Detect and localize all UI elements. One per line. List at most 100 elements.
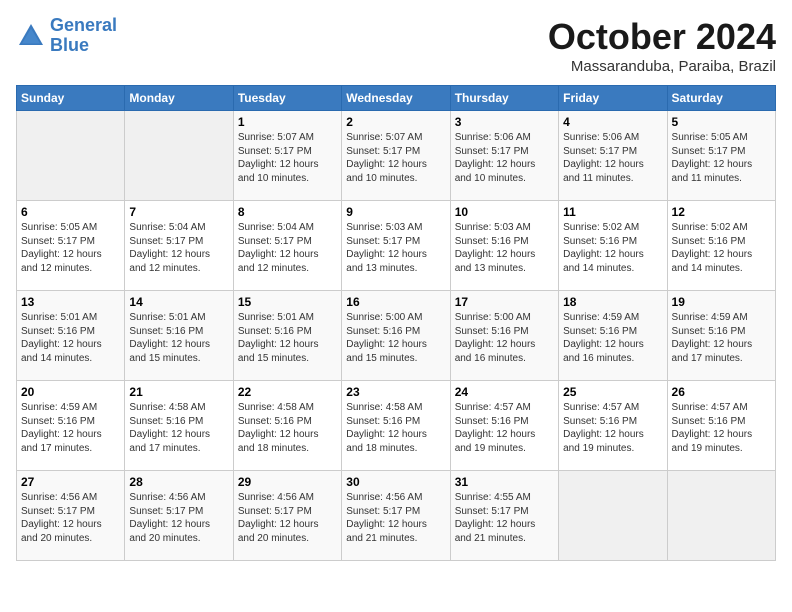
- weekday-header-sunday: Sunday: [17, 86, 125, 111]
- day-info: Sunrise: 4:57 AMSunset: 5:16 PMDaylight:…: [672, 401, 771, 455]
- day-number: 21: [129, 385, 228, 399]
- day-number: 30: [346, 475, 445, 489]
- calendar-cell: 15Sunrise: 5:01 AMSunset: 5:16 PMDayligh…: [233, 291, 341, 381]
- day-info: Sunrise: 5:07 AMSunset: 5:17 PMDaylight:…: [346, 131, 445, 185]
- day-info: Sunrise: 4:59 AMSunset: 5:16 PMDaylight:…: [21, 401, 120, 455]
- day-number: 26: [672, 385, 771, 399]
- day-info: Sunrise: 5:02 AMSunset: 5:16 PMDaylight:…: [563, 221, 662, 275]
- calendar-cell: 7 Sunrise: 5:04 AMSunset: 5:17 PMDaylight…: [125, 201, 233, 291]
- day-info: Sunrise: 5:05 AMSunset: 5:17 PMDaylight:…: [672, 131, 771, 185]
- calendar-cell: 9 Sunrise: 5:03 AMSunset: 5:17 PMDaylight…: [342, 201, 450, 291]
- calendar-cell: 19 Sunrise: 4:59 AMSunset: 5:16 PMDayligh…: [667, 291, 775, 381]
- calendar-cell: [17, 111, 125, 201]
- day-info: Sunrise: 4:55 AMSunset: 5:17 PMDaylight:…: [455, 491, 554, 545]
- calendar-cell: 25Sunrise: 4:57 AMSunset: 5:16 PMDayligh…: [559, 381, 667, 471]
- day-info: Sunrise: 4:56 AMSunset: 5:17 PMDaylight:…: [129, 491, 228, 545]
- weekday-row: SundayMondayTuesdayWednesdayThursdayFrid…: [17, 86, 776, 111]
- calendar-cell: 20 Sunrise: 4:59 AMSunset: 5:16 PMDayligh…: [17, 381, 125, 471]
- calendar-cell: 5 Sunrise: 5:05 AMSunset: 5:17 PMDaylight…: [667, 111, 775, 201]
- calendar-cell: 16Sunrise: 5:00 AMSunset: 5:16 PMDayligh…: [342, 291, 450, 381]
- calendar-cell: 29 Sunrise: 4:56 AMSunset: 5:17 PMDayligh…: [233, 471, 341, 561]
- day-info: Sunrise: 5:01 AMSunset: 5:16 PMDaylight:…: [238, 311, 337, 365]
- day-info: Sunrise: 4:56 AMSunset: 5:17 PMDaylight:…: [346, 491, 445, 545]
- day-number: 7: [129, 205, 228, 219]
- day-number: 20: [21, 385, 120, 399]
- calendar-cell: 27Sunrise: 4:56 AMSunset: 5:17 PMDayligh…: [17, 471, 125, 561]
- day-number: 14: [129, 295, 228, 309]
- day-number: 3: [455, 115, 554, 129]
- calendar-body: 1 Sunrise: 5:07 AMSunset: 5:17 PMDaylight…: [17, 111, 776, 561]
- day-info: Sunrise: 5:06 AMSunset: 5:17 PMDaylight:…: [563, 131, 662, 185]
- day-info: Sunrise: 5:05 AMSunset: 5:17 PMDaylight:…: [21, 221, 120, 275]
- calendar-table: SundayMondayTuesdayWednesdayThursdayFrid…: [16, 85, 776, 561]
- calendar-week-2: 6 Sunrise: 5:05 AMSunset: 5:17 PMDaylight…: [17, 201, 776, 291]
- month-title: October 2024: [548, 16, 776, 58]
- weekday-header-saturday: Saturday: [667, 86, 775, 111]
- calendar-cell: 6 Sunrise: 5:05 AMSunset: 5:17 PMDaylight…: [17, 201, 125, 291]
- day-info: Sunrise: 5:01 AMSunset: 5:16 PMDaylight:…: [129, 311, 228, 365]
- calendar-cell: 3 Sunrise: 5:06 AMSunset: 5:17 PMDaylight…: [450, 111, 558, 201]
- day-number: 11: [563, 205, 662, 219]
- day-number: 5: [672, 115, 771, 129]
- calendar-cell: [559, 471, 667, 561]
- day-number: 4: [563, 115, 662, 129]
- weekday-header-tuesday: Tuesday: [233, 86, 341, 111]
- day-number: 19: [672, 295, 771, 309]
- day-number: 29: [238, 475, 337, 489]
- day-info: Sunrise: 5:03 AMSunset: 5:16 PMDaylight:…: [455, 221, 554, 275]
- day-info: Sunrise: 4:56 AMSunset: 5:17 PMDaylight:…: [238, 491, 337, 545]
- calendar-cell: 18 Sunrise: 4:59 AMSunset: 5:16 PMDayligh…: [559, 291, 667, 381]
- day-number: 10: [455, 205, 554, 219]
- day-info: Sunrise: 5:01 AMSunset: 5:16 PMDaylight:…: [21, 311, 120, 365]
- calendar-week-4: 20 Sunrise: 4:59 AMSunset: 5:16 PMDayligh…: [17, 381, 776, 471]
- logo-blue: Blue: [50, 35, 89, 55]
- day-number: 13: [21, 295, 120, 309]
- day-info: Sunrise: 5:00 AMSunset: 5:16 PMDaylight:…: [346, 311, 445, 365]
- calendar-cell: 13 Sunrise: 5:01 AMSunset: 5:16 PMDayligh…: [17, 291, 125, 381]
- weekday-header-monday: Monday: [125, 86, 233, 111]
- day-number: 8: [238, 205, 337, 219]
- day-info: Sunrise: 4:59 AMSunset: 5:16 PMDaylight:…: [672, 311, 771, 365]
- day-info: Sunrise: 5:03 AMSunset: 5:17 PMDaylight:…: [346, 221, 445, 275]
- calendar-cell: 1Sunrise: 5:07 AMSunset: 5:17 PMDaylight…: [233, 111, 341, 201]
- day-number: 9: [346, 205, 445, 219]
- day-info: Sunrise: 5:06 AMSunset: 5:17 PMDaylight:…: [455, 131, 554, 185]
- calendar-cell: 11 Sunrise: 5:02 AMSunset: 5:16 PMDayligh…: [559, 201, 667, 291]
- day-number: 6: [21, 205, 120, 219]
- calendar-cell: 24 Sunrise: 4:57 AMSunset: 5:16 PMDayligh…: [450, 381, 558, 471]
- calendar-cell: 8Sunrise: 5:04 AMSunset: 5:17 PMDaylight…: [233, 201, 341, 291]
- calendar-cell: 28 Sunrise: 4:56 AMSunset: 5:17 PMDayligh…: [125, 471, 233, 561]
- page-header: General Blue October 2024 Massaranduba, …: [16, 16, 776, 75]
- calendar-cell: 22 Sunrise: 4:58 AMSunset: 5:16 PMDayligh…: [233, 381, 341, 471]
- calendar-cell: 31 Sunrise: 4:55 AMSunset: 5:17 PMDayligh…: [450, 471, 558, 561]
- day-number: 22: [238, 385, 337, 399]
- logo-icon: [16, 21, 46, 51]
- day-info: Sunrise: 4:56 AMSunset: 5:17 PMDaylight:…: [21, 491, 120, 545]
- day-number: 25: [563, 385, 662, 399]
- day-info: Sunrise: 4:58 AMSunset: 5:16 PMDaylight:…: [238, 401, 337, 455]
- calendar-cell: 10 Sunrise: 5:03 AMSunset: 5:16 PMDayligh…: [450, 201, 558, 291]
- day-number: 31: [455, 475, 554, 489]
- calendar-cell: 21 Sunrise: 4:58 AMSunset: 5:16 PMDayligh…: [125, 381, 233, 471]
- day-info: Sunrise: 5:04 AMSunset: 5:17 PMDaylight:…: [129, 221, 228, 275]
- calendar-cell: 2Sunrise: 5:07 AMSunset: 5:17 PMDaylight…: [342, 111, 450, 201]
- day-number: 12: [672, 205, 771, 219]
- title-block: October 2024 Massaranduba, Paraiba, Braz…: [548, 16, 776, 75]
- logo-text: General Blue: [50, 16, 117, 56]
- day-info: Sunrise: 4:58 AMSunset: 5:16 PMDaylight:…: [129, 401, 228, 455]
- logo-general: General: [50, 15, 117, 35]
- calendar-week-3: 13 Sunrise: 5:01 AMSunset: 5:16 PMDayligh…: [17, 291, 776, 381]
- location-subtitle: Massaranduba, Paraiba, Brazil: [548, 58, 776, 75]
- calendar-header: SundayMondayTuesdayWednesdayThursdayFrid…: [17, 86, 776, 111]
- calendar-week-1: 1 Sunrise: 5:07 AMSunset: 5:17 PMDaylight…: [17, 111, 776, 201]
- day-info: Sunrise: 4:58 AMSunset: 5:16 PMDaylight:…: [346, 401, 445, 455]
- day-number: 28: [129, 475, 228, 489]
- calendar-cell: 17Sunrise: 5:00 AMSunset: 5:16 PMDayligh…: [450, 291, 558, 381]
- calendar-cell: 30 Sunrise: 4:56 AMSunset: 5:17 PMDayligh…: [342, 471, 450, 561]
- day-number: 24: [455, 385, 554, 399]
- day-info: Sunrise: 4:57 AMSunset: 5:16 PMDaylight:…: [455, 401, 554, 455]
- day-number: 18: [563, 295, 662, 309]
- calendar-cell: 26 Sunrise: 4:57 AMSunset: 5:16 PMDayligh…: [667, 381, 775, 471]
- day-info: Sunrise: 4:59 AMSunset: 5:16 PMDaylight:…: [563, 311, 662, 365]
- day-number: 1: [238, 115, 337, 129]
